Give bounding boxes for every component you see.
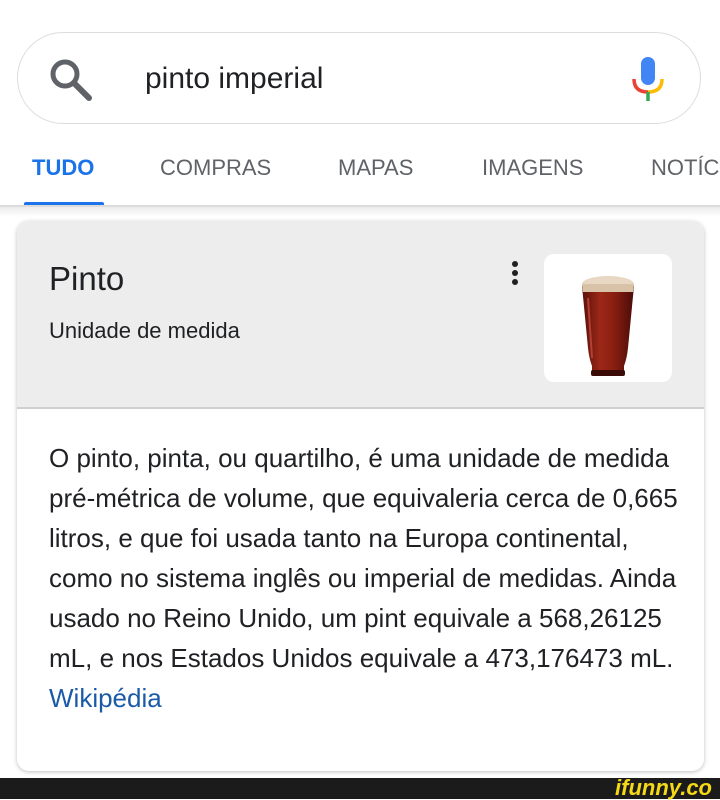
- ifunny-watermark: ifunny.co: [615, 775, 712, 800]
- tab-mapas[interactable]: MAPAS: [338, 154, 413, 182]
- more-vert-icon[interactable]: [505, 257, 525, 289]
- search-tabs: TUDO COMPRAS MAPAS IMAGENS NOTÍC: [0, 130, 720, 206]
- entity-title: Pinto: [49, 260, 125, 297]
- search-icon[interactable]: [48, 57, 94, 103]
- tab-imagens[interactable]: IMAGENS: [482, 154, 583, 182]
- knowledge-panel-header: Pinto Unidade de medida: [17, 221, 704, 409]
- entity-subtitle: Unidade de medida: [49, 318, 240, 343]
- description-text: O pinto, pinta, ou quartilho, é uma unid…: [49, 443, 678, 673]
- search-bar[interactable]: [17, 32, 701, 124]
- tab-compras[interactable]: COMPRAS: [160, 154, 271, 182]
- search-input[interactable]: pinto imperial: [145, 60, 323, 98]
- tab-noticias[interactable]: NOTÍC: [651, 154, 719, 182]
- knowledge-panel: Pinto Unidade de medida O pinto, pinta, …: [17, 221, 704, 771]
- microphone-icon[interactable]: [630, 55, 666, 103]
- beer-glass-icon: [582, 276, 634, 376]
- watermark-bar: [0, 778, 720, 799]
- wikipedia-link[interactable]: Wikipédia: [49, 683, 162, 713]
- pint-glass-image[interactable]: [544, 254, 672, 382]
- tab-tudo[interactable]: TUDO: [32, 154, 94, 182]
- entity-description: O pinto, pinta, ou quartilho, é uma unid…: [49, 438, 679, 718]
- tabs-shadow: [0, 207, 720, 217]
